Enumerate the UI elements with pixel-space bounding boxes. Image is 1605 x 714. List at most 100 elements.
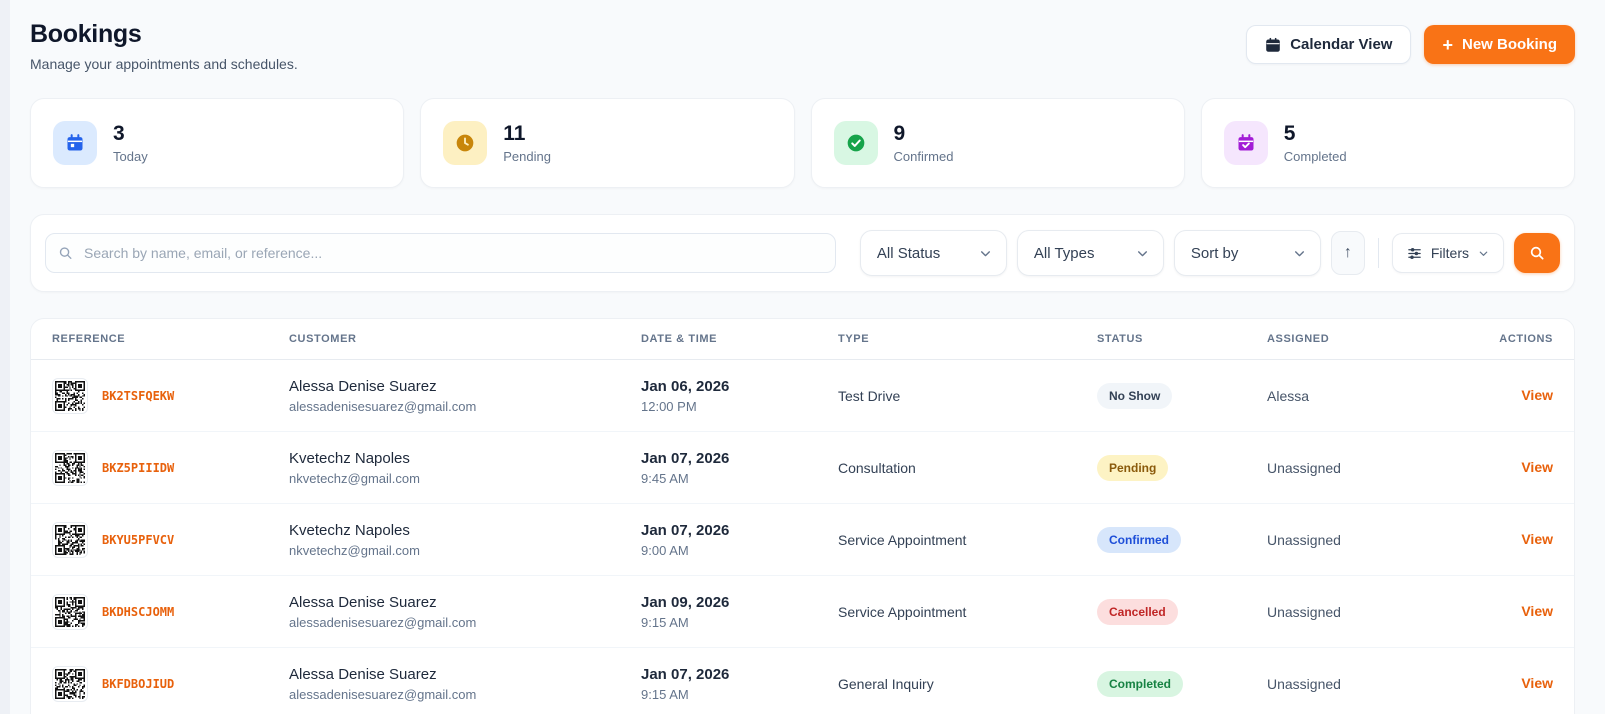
arrow-up-icon: ↑ bbox=[1343, 244, 1352, 261]
qr-code bbox=[52, 665, 88, 702]
table-row: BKZ5PIIIDW Kvetechz Napoles nkvetechz@gm… bbox=[31, 432, 1574, 504]
sort-direction-button[interactable]: ↑ bbox=[1330, 231, 1365, 275]
booking-date: Jan 06, 2026 bbox=[641, 377, 730, 395]
filters-button[interactable]: Filters bbox=[1391, 233, 1504, 273]
view-link[interactable]: View bbox=[1521, 387, 1553, 403]
stat-text: 11 Pending bbox=[503, 122, 551, 163]
qr-code bbox=[52, 593, 88, 630]
reference-cell: BK2TSFQEKW bbox=[52, 377, 289, 414]
calendar-icon bbox=[53, 121, 97, 165]
stat-value: 11 bbox=[503, 122, 526, 146]
divider bbox=[1377, 238, 1379, 268]
booking-type: Service Appointment bbox=[838, 603, 967, 620]
actions-cell: View bbox=[1462, 675, 1553, 693]
status-badge: Confirmed bbox=[1097, 526, 1181, 553]
type-filter-value: All Types bbox=[1033, 244, 1095, 262]
stat-text: 9 Confirmed bbox=[894, 122, 954, 163]
calendar-view-button[interactable]: Calendar View bbox=[1246, 25, 1412, 64]
reference-cell: BKZ5PIIIDW bbox=[52, 449, 289, 486]
search-icon bbox=[1529, 245, 1545, 261]
booking-type: Consultation bbox=[838, 459, 916, 476]
booking-reference: BKFDBOJIUD bbox=[102, 676, 175, 691]
column-header-assigned: ASSIGNED bbox=[1267, 333, 1330, 345]
type-filter-dropdown[interactable]: All Types bbox=[1016, 230, 1164, 276]
column-header-reference: REFERENCE bbox=[52, 333, 126, 345]
search-submit-button[interactable] bbox=[1514, 233, 1560, 273]
clock-icon bbox=[443, 121, 488, 165]
status-badge: No Show bbox=[1097, 382, 1173, 409]
booking-type: Service Appointment bbox=[838, 531, 967, 548]
view-link[interactable]: View bbox=[1521, 459, 1553, 475]
column-header-status: STATUS bbox=[1097, 333, 1143, 345]
chevron-down-icon bbox=[1478, 248, 1489, 259]
calendar-check-icon bbox=[1223, 121, 1268, 165]
booking-time: 9:15 AM bbox=[641, 614, 689, 630]
status-badge: Cancelled bbox=[1097, 598, 1178, 625]
booking-date: Jan 07, 2026 bbox=[641, 449, 730, 467]
filters-label: Filters bbox=[1430, 245, 1469, 261]
customer-cell: Alessa Denise Suarez alessadenisesuarez@… bbox=[289, 378, 641, 414]
stat-text: 3 Today bbox=[113, 122, 148, 163]
bookings-page: Bookings Manage your appointments and sc… bbox=[0, 0, 1605, 714]
customer-cell: Kvetechz Napoles nkvetechz@gmail.com bbox=[289, 450, 641, 486]
qr-code bbox=[52, 449, 88, 486]
qr-code bbox=[52, 521, 88, 558]
status-cell: No Show bbox=[1097, 382, 1267, 409]
actions-cell: View bbox=[1462, 603, 1553, 621]
booking-time: 9:00 AM bbox=[641, 542, 689, 558]
page-header: Bookings Manage your appointments and sc… bbox=[30, 20, 1575, 72]
customer-email: alessadenisesuarez@gmail.com bbox=[289, 686, 477, 702]
view-link[interactable]: View bbox=[1521, 675, 1553, 691]
assigned-to: Alessa bbox=[1267, 387, 1310, 404]
new-booking-label: New Booking bbox=[1461, 36, 1557, 53]
page-heading-block: Bookings Manage your appointments and sc… bbox=[30, 20, 298, 72]
stat-card-today: 3 Today bbox=[30, 98, 405, 188]
booking-type: Test Drive bbox=[838, 387, 901, 404]
actions-cell: View bbox=[1462, 459, 1553, 477]
booking-reference: BK2TSFQEKW bbox=[102, 388, 175, 403]
assigned-to: Unassigned bbox=[1267, 531, 1341, 548]
column-header-actions: ACTIONS bbox=[1499, 333, 1553, 345]
customer-name: Alessa Denise Suarez bbox=[289, 665, 437, 683]
booking-date: Jan 07, 2026 bbox=[641, 521, 730, 539]
booking-date: Jan 07, 2026 bbox=[641, 665, 730, 683]
qr-code bbox=[52, 377, 88, 414]
sliders-icon bbox=[1407, 246, 1422, 261]
page-subtitle: Manage your appointments and schedules. bbox=[30, 56, 298, 72]
sort-dropdown[interactable]: Sort by bbox=[1173, 230, 1321, 276]
search-input[interactable] bbox=[45, 233, 836, 273]
stat-value: 5 bbox=[1283, 122, 1296, 146]
stat-text: 5 Completed bbox=[1284, 122, 1347, 163]
new-booking-button[interactable]: + New Booking bbox=[1424, 25, 1575, 64]
booking-time: 12:00 PM bbox=[641, 398, 697, 414]
chevron-down-icon bbox=[1136, 247, 1149, 260]
assigned-to: Unassigned bbox=[1267, 603, 1341, 620]
booking-time: 9:15 AM bbox=[641, 686, 689, 702]
chevron-down-icon bbox=[1293, 247, 1306, 260]
calendar-view-label: Calendar View bbox=[1290, 36, 1393, 53]
status-cell: Confirmed bbox=[1097, 526, 1267, 553]
assigned-to: Unassigned bbox=[1267, 675, 1341, 692]
datetime-cell: Jan 06, 2026 12:00 PM bbox=[641, 378, 838, 414]
customer-name: Alessa Denise Suarez bbox=[289, 593, 437, 611]
bookings-table: REFERENCE CUSTOMER DATE & TIME TYPE STAT… bbox=[30, 318, 1575, 714]
check-circle-icon bbox=[833, 121, 878, 165]
datetime-cell: Jan 07, 2026 9:15 AM bbox=[641, 666, 838, 702]
column-header-customer: CUSTOMER bbox=[289, 333, 357, 345]
view-link[interactable]: View bbox=[1521, 603, 1553, 619]
customer-email: alessadenisesuarez@gmail.com bbox=[289, 614, 477, 630]
status-cell: Cancelled bbox=[1097, 598, 1267, 625]
plus-icon: + bbox=[1442, 34, 1453, 55]
column-header-type: TYPE bbox=[838, 333, 870, 345]
table-row: BKDHSCJOMM Alessa Denise Suarez alessade… bbox=[31, 576, 1574, 648]
status-filter-dropdown[interactable]: All Status bbox=[859, 230, 1007, 276]
reference-cell: BKDHSCJOMM bbox=[52, 593, 289, 630]
customer-cell: Alessa Denise Suarez alessadenisesuarez@… bbox=[289, 666, 641, 702]
booking-reference: BKDHSCJOMM bbox=[102, 604, 175, 619]
customer-email: nkvetechz@gmail.com bbox=[289, 470, 420, 486]
reference-cell: BKYU5PFVCV bbox=[52, 521, 289, 558]
customer-email: nkvetechz@gmail.com bbox=[289, 542, 420, 558]
booking-date: Jan 09, 2026 bbox=[641, 593, 730, 611]
table-row: BKFDBOJIUD Alessa Denise Suarez alessade… bbox=[31, 648, 1574, 714]
view-link[interactable]: View bbox=[1521, 531, 1553, 547]
